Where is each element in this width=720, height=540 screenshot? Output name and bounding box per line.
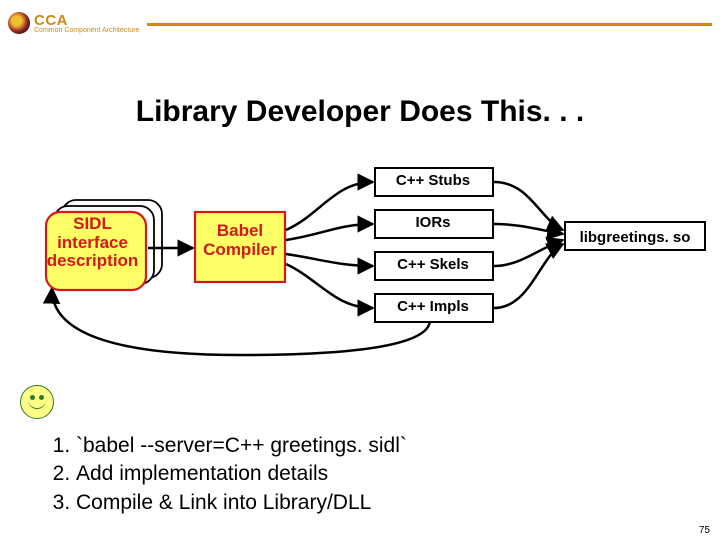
steps-list: `babel --server=C++ greetings. sidl` Add… <box>48 432 407 517</box>
step-2: Add implementation details <box>76 460 407 488</box>
smiley-icon <box>20 385 54 419</box>
header-rule <box>147 23 712 26</box>
slide-title: Library Developer Does This. . . <box>0 95 720 129</box>
brand-text: CCA Common Component Architecture <box>34 13 139 34</box>
diagram-svg <box>0 160 720 390</box>
node-cpp-stubs: C++ Stubs <box>378 173 488 190</box>
node-cpp-skels: C++ Skels <box>378 257 488 274</box>
page-number: 75 <box>699 525 710 536</box>
node-iors: IORs <box>378 215 488 232</box>
node-babel: Babel Compiler <box>195 222 285 259</box>
brand-abbr: CCA <box>34 13 139 28</box>
flow-diagram: SIDL interface description Babel Compile… <box>0 160 720 380</box>
step-3: Compile & Link into Library/DLL <box>76 489 407 517</box>
brand-full: Common Component Architecture <box>34 27 139 34</box>
node-cpp-impls: C++ Impls <box>378 299 488 316</box>
node-sidl: SIDL interface description <box>40 215 145 271</box>
node-libgreetings: libgreetings. so <box>570 230 700 247</box>
cca-logo-icon <box>8 12 30 34</box>
slide-header: CCA Common Component Architecture <box>8 8 712 38</box>
step-1: `babel --server=C++ greetings. sidl` <box>76 432 407 460</box>
